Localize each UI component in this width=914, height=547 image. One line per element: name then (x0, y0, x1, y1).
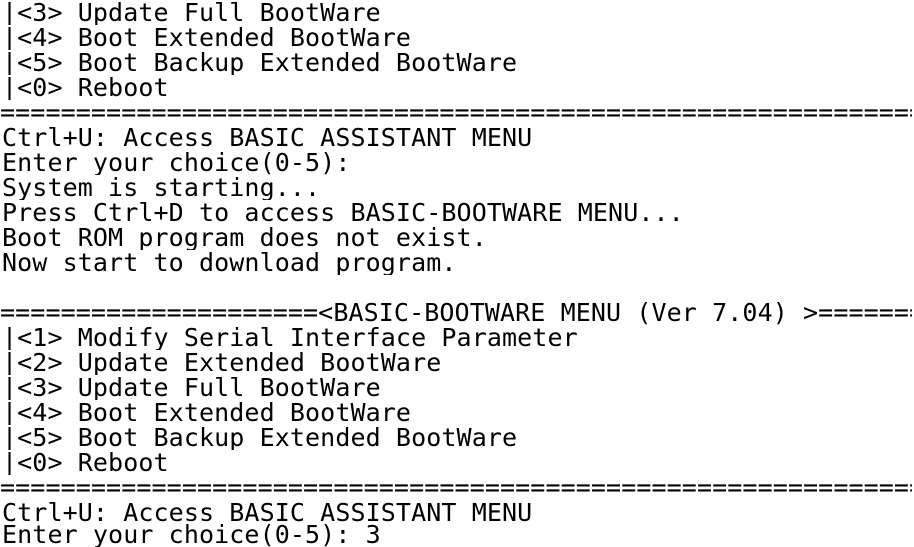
menu-option-0-reboot: |<0> Reboot (2, 75, 169, 100)
menu-option-3-update-full-bootware: |<3> Update Full BootWare (2, 375, 381, 400)
menu-header: =====================<BASIC-BOOTWARE MEN… (0, 300, 912, 325)
terminal-window[interactable]: |<3> Update Full BootWare |<4> Boot Exte… (0, 0, 914, 547)
menu-option-0-reboot: |<0> Reboot (2, 450, 169, 475)
menu-option-4-boot-extended-bootware: |<4> Boot Extended BootWare (2, 400, 412, 425)
choice-prompt: Enter your choice(0-5): (2, 150, 351, 175)
menu-option-5-boot-backup-bootware: |<5> Boot Backup Extended BootWare (2, 50, 518, 75)
menu-option-3-update-full-bootware: |<3> Update Full BootWare (2, 0, 381, 25)
menu-option-2-update-extended-bootware: |<2> Update Extended BootWare (2, 350, 442, 375)
status-line: Press Ctrl+D to access BASIC-BOOTWARE ME… (2, 200, 684, 225)
menu-separator: ========================================… (0, 475, 912, 500)
menu-option-5-boot-backup-bootware: |<5> Boot Backup Extended BootWare (2, 425, 518, 450)
assistant-menu-hint: Ctrl+U: Access BASIC ASSISTANT MENU (2, 125, 533, 150)
choice-input-line[interactable]: Enter your choice(0-5): 3 (2, 522, 914, 547)
status-line: System is starting... (2, 175, 321, 200)
status-line: Boot ROM program does not exist. (2, 225, 487, 250)
status-line: Now start to download program. (2, 250, 457, 275)
menu-separator: ========================================… (0, 100, 912, 125)
menu-option-1-modify-serial: |<1> Modify Serial Interface Parameter (2, 325, 578, 350)
menu-option-4-boot-extended-bootware: |<4> Boot Extended BootWare (2, 25, 412, 50)
